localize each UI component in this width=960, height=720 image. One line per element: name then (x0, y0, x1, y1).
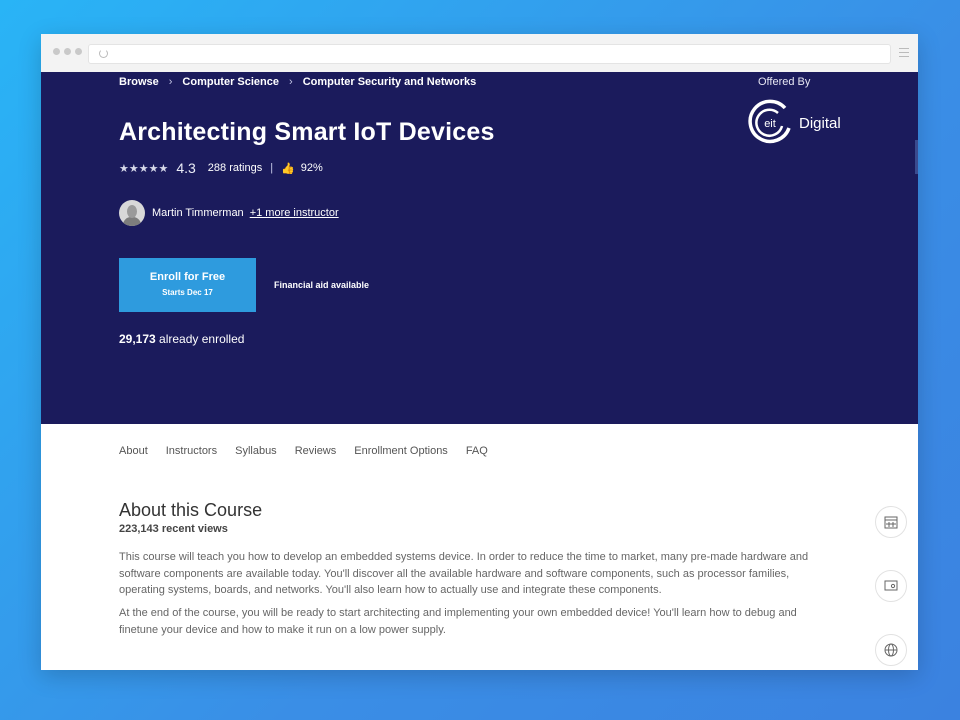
offered-by-label: Offered By (758, 76, 811, 88)
start-date: Starts Dec 17 (162, 288, 213, 297)
enrolled-number: 29,173 (119, 332, 156, 346)
address-bar[interactable] (88, 44, 891, 64)
about-title: About this Course (119, 500, 263, 520)
rating-divider: | (270, 162, 274, 174)
rating-value: 4.3 (176, 160, 196, 176)
about-paragraph-1: This course will teach you how to develo… (119, 551, 809, 596)
logo-text: eit (764, 118, 776, 130)
eit-logo-icon: eit (748, 99, 791, 144)
globe-icon[interactable] (875, 634, 907, 666)
browser-chrome (41, 34, 918, 73)
instructor-row: Martin Timmerman +1 more instructor (119, 200, 339, 226)
loading-icon (99, 49, 108, 58)
tab-reviews[interactable]: Reviews (295, 445, 337, 457)
breadcrumb: Browse › Computer Science › Computer Sec… (119, 76, 476, 88)
tab-faq[interactable]: FAQ (466, 445, 488, 457)
course-hero: Browse › Computer Science › Computer Sec… (41, 72, 918, 424)
tab-instructors[interactable]: Instructors (166, 445, 217, 457)
rating-row: ★★★★★ 4.3 288 ratings | 👍 92% (119, 160, 323, 176)
enroll-button[interactable]: Enroll for Free Starts Dec 17 (119, 258, 256, 312)
financial-aid-link[interactable]: Financial aid available (274, 280, 369, 290)
recent-views: 223,143 recent views (119, 523, 228, 535)
more-instructors-link[interactable]: +1 more instructor (250, 207, 339, 219)
browser-window: Browse › Computer Science › Computer Sec… (41, 34, 918, 670)
ratings-count[interactable]: 288 ratings (208, 162, 262, 174)
enroll-label: Enroll for Free (149, 271, 226, 283)
chevron-right-icon: › (289, 76, 293, 88)
certificate-icon[interactable] (875, 570, 907, 602)
hero-edge-tab (915, 140, 918, 174)
thumbs-up-icon: 👍 (281, 162, 295, 175)
eit-digital-logo[interactable]: eit Digital (745, 98, 841, 148)
breadcrumb-security-networks[interactable]: Computer Security and Networks (303, 76, 477, 88)
breadcrumb-computer-science[interactable]: Computer Science (182, 76, 279, 88)
breadcrumb-browse[interactable]: Browse (119, 76, 159, 88)
menu-icon[interactable] (899, 48, 909, 60)
tab-enrollment-options[interactable]: Enrollment Options (354, 445, 448, 457)
enrolled-suffix: already enrolled (155, 332, 245, 346)
enrolled-count: 29,173 already enrolled (119, 332, 244, 346)
about-paragraph-2: At the end of the course, you will be re… (119, 607, 797, 636)
recommend-percent: 92% (300, 162, 323, 174)
instructor-name[interactable]: Martin Timmerman (152, 207, 244, 219)
chevron-right-icon: › (168, 76, 173, 88)
star-rating-icon: ★★★★★ (119, 162, 169, 175)
logo-digital-text: Digital (799, 114, 841, 132)
window-controls[interactable] (53, 48, 82, 55)
tab-syllabus[interactable]: Syllabus (235, 445, 277, 457)
instructor-avatar[interactable] (119, 200, 145, 226)
course-tabs: About Instructors Syllabus Reviews Enrol… (119, 445, 488, 457)
course-title: Architecting Smart IoT Devices (119, 118, 495, 146)
calendar-icon[interactable] (875, 506, 907, 538)
tab-about[interactable]: About (119, 445, 148, 457)
